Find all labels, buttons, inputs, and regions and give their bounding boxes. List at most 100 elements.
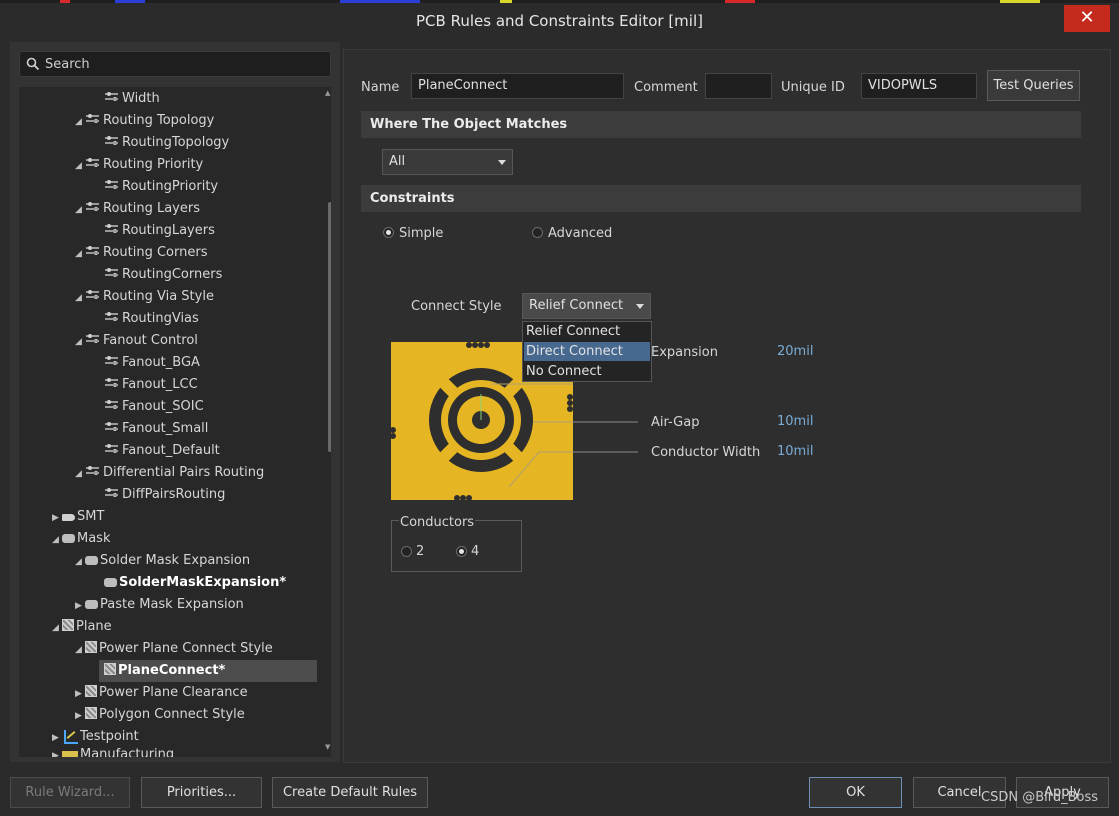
tree-item-routinglayers[interactable]: RoutingLayers	[104, 220, 215, 242]
tree-scrollbar-thumb[interactable]	[328, 202, 331, 452]
tree-item-routingcorners[interactable]: RoutingCorners	[104, 264, 222, 286]
expanded-arrow-icon[interactable]: ◢	[75, 111, 85, 133]
tree-item-routingvias[interactable]: RoutingVias	[104, 308, 199, 330]
conductors-label: Conductors	[399, 515, 476, 530]
rule-icon	[104, 443, 120, 455]
tree-item-routing-via-style[interactable]: ◢ Routing Via Style	[75, 286, 214, 308]
unique-id-label: Unique ID	[781, 80, 845, 95]
ok-button[interactable]: OK	[809, 777, 902, 808]
tree-item-paste-mask-expansion[interactable]: ▶ Paste Mask Expansion	[75, 594, 244, 616]
rule-wizard-button[interactable]: Rule Wizard...	[10, 777, 130, 808]
option-no-connect[interactable]: No Connect	[524, 362, 650, 381]
expanded-arrow-icon[interactable]: ◢	[75, 199, 85, 221]
tree-item-plane[interactable]: ◢ Plane	[52, 616, 112, 638]
tree-item-soldermaskexpansion[interactable]: SolderMaskExpansion*	[104, 572, 286, 594]
scroll-down-arrow-icon[interactable]: ▼	[325, 743, 330, 751]
tree-item-diffpairsrouting[interactable]: DiffPairsRouting	[104, 484, 225, 506]
tree-item-routingpriority[interactable]: RoutingPriority	[104, 176, 218, 198]
create-default-rules-button[interactable]: Create Default Rules	[272, 777, 428, 808]
expanded-arrow-icon[interactable]: ◢	[52, 617, 62, 639]
air-gap-value[interactable]: 10mil	[777, 414, 813, 429]
expanded-arrow-icon[interactable]: ◢	[75, 551, 85, 573]
expansion-label: Expansion	[651, 345, 718, 360]
tree-item-routing-layers[interactable]: ◢ Routing Layers	[75, 198, 200, 220]
where-object-matches-header: Where The Object Matches	[361, 111, 1081, 138]
chevron-down-icon	[636, 304, 644, 309]
advanced-label: Advanced	[548, 226, 613, 241]
mask-icon	[85, 556, 98, 565]
air-gap-label: Air-Gap	[651, 415, 700, 430]
tree-item-solder-mask-expansion[interactable]: ◢ Solder Mask Expansion	[75, 550, 250, 572]
expanded-arrow-icon[interactable]: ◢	[52, 529, 62, 551]
scope-select[interactable]: All	[382, 149, 513, 175]
collapsed-arrow-icon[interactable]: ▶	[52, 727, 62, 749]
plane-icon	[104, 663, 116, 675]
scope-select-value: All	[389, 154, 406, 169]
conductors-4-radio[interactable]	[456, 546, 467, 557]
chevron-down-icon	[498, 160, 506, 165]
tree-item-planeconnect-selected[interactable]: PlaneConnect*	[99, 660, 317, 682]
rule-icon	[85, 333, 101, 345]
search-box[interactable]: Search	[19, 51, 331, 77]
option-relief-connect[interactable]: Relief Connect	[524, 322, 650, 341]
tree-item-width[interactable]: Width	[104, 88, 160, 110]
collapsed-arrow-icon[interactable]: ▶	[75, 683, 85, 705]
expanded-arrow-icon[interactable]: ◢	[75, 243, 85, 265]
expansion-value[interactable]: 20mil	[777, 344, 813, 359]
close-button[interactable]: ✕	[1064, 5, 1110, 32]
conductors-2-radio[interactable]	[401, 546, 412, 557]
test-queries-button[interactable]: Test Queries	[987, 70, 1080, 101]
rule-icon	[104, 355, 120, 367]
collapsed-arrow-icon[interactable]: ▶	[75, 595, 85, 617]
search-input[interactable]: Search	[45, 57, 90, 72]
tree-item-routing-corners[interactable]: ◢ Routing Corners	[75, 242, 207, 264]
tree-item-power-plane-clearance[interactable]: ▶ Power Plane Clearance	[75, 682, 248, 704]
mask-icon	[62, 534, 75, 543]
tree-item-fanout-small[interactable]: Fanout_Small	[104, 418, 208, 440]
tree-item-fanout-default[interactable]: Fanout_Default	[104, 440, 220, 462]
collapsed-arrow-icon[interactable]: ▶	[75, 705, 85, 727]
expanded-arrow-icon[interactable]: ◢	[75, 287, 85, 309]
conductors-4-label: 4	[471, 544, 480, 559]
expanded-arrow-icon[interactable]: ◢	[75, 639, 85, 661]
comment-input[interactable]	[705, 73, 772, 99]
simple-radio[interactable]	[383, 227, 394, 238]
rule-icon	[104, 377, 120, 389]
name-input[interactable]: PlaneConnect	[411, 73, 624, 99]
advanced-radio[interactable]	[532, 227, 543, 238]
plane-icon	[85, 707, 97, 719]
tree-item-routing-topology[interactable]: ◢ Routing Topology	[75, 110, 214, 132]
tree-item-power-plane-connect-style[interactable]: ◢ Power Plane Connect Style	[75, 638, 273, 660]
tree-item-fanout-soic[interactable]: Fanout_SOIC	[104, 396, 204, 418]
tree-item-mask[interactable]: ◢ Mask	[52, 528, 110, 550]
rule-icon	[85, 201, 101, 213]
tree-item-fanout-lcc[interactable]: Fanout_LCC	[104, 374, 198, 396]
manufacturing-icon	[62, 751, 78, 757]
rule-icon	[104, 421, 120, 433]
scroll-up-arrow-icon[interactable]: ▲	[325, 89, 330, 97]
tree-item-polygon-connect-style[interactable]: ▶ Polygon Connect Style	[75, 704, 245, 726]
expanded-arrow-icon[interactable]: ◢	[75, 155, 85, 177]
tree-item-routingtopology[interactable]: RoutingTopology	[104, 132, 229, 154]
unique-id-input[interactable]: VIDOPWLS	[861, 73, 977, 99]
tree-item-manufacturing-partial[interactable]: ▶ Manufacturing	[52, 748, 174, 757]
priorities-button[interactable]: Priorities...	[141, 777, 262, 808]
rule-tree-panel: Search Width ◢ Routing Topology RoutingTo…	[10, 42, 340, 762]
expanded-arrow-icon[interactable]: ◢	[75, 463, 85, 485]
simple-label: Simple	[399, 226, 444, 241]
rule-tree: Width ◢ Routing Topology RoutingTopology …	[19, 87, 331, 757]
conductors-2-label: 2	[416, 544, 425, 559]
collapsed-arrow-icon[interactable]: ▶	[52, 749, 62, 757]
tree-item-testpoint[interactable]: ▶ Testpoint	[52, 726, 139, 748]
collapsed-arrow-icon[interactable]: ▶	[52, 507, 62, 529]
tree-item-fanout-bga[interactable]: Fanout_BGA	[104, 352, 200, 374]
rule-icon	[85, 245, 101, 257]
expanded-arrow-icon[interactable]: ◢	[75, 331, 85, 353]
option-direct-connect[interactable]: Direct Connect	[524, 342, 650, 361]
tree-item-fanout-control[interactable]: ◢ Fanout Control	[75, 330, 198, 352]
tree-item-differential-pairs-routing[interactable]: ◢ Differential Pairs Routing	[75, 462, 264, 484]
connect-style-select[interactable]: Relief Connect	[522, 293, 651, 319]
tree-item-routing-priority[interactable]: ◢ Routing Priority	[75, 154, 203, 176]
tree-item-smt[interactable]: ▶ SMT	[52, 506, 104, 528]
conductor-width-value[interactable]: 10mil	[777, 444, 813, 459]
